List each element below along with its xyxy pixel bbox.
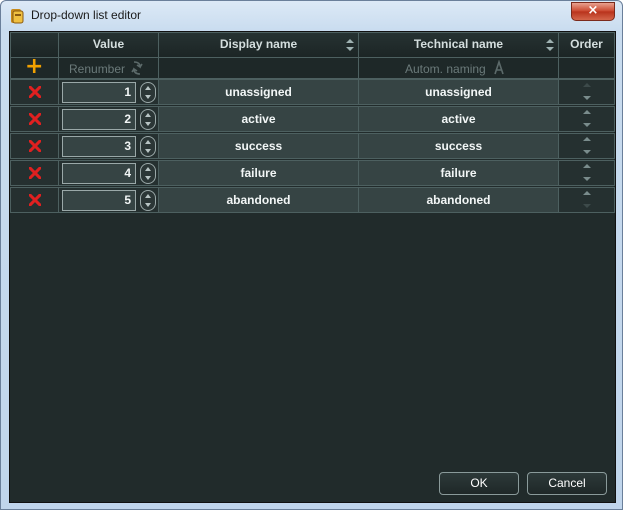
value-stepper[interactable] [140,190,156,211]
value-cell: 3 [58,133,159,159]
value-stepper[interactable] [140,163,156,184]
table-header: Value Display name Technical name Order [10,32,615,58]
spinner-arrows-icon [145,113,151,126]
order-filter-cell [558,57,615,79]
delete-x-icon[interactable] [29,167,41,179]
order-cell [558,187,615,213]
close-icon: × [587,3,599,18]
title-bar[interactable]: Drop-down list editor × [1,1,622,31]
renumber-icon [131,61,143,75]
spinner-arrows-icon [145,140,151,153]
technical-name-cell[interactable]: active [358,106,559,132]
delete-cell [10,106,59,132]
technical-name-cell[interactable]: success [358,133,559,159]
close-button[interactable]: × [571,2,615,21]
ok-button[interactable]: OK [439,472,519,495]
delete-cell [10,79,59,105]
value-cell: 2 [58,106,159,132]
order-up-down-icon[interactable] [581,137,593,155]
technical-name-cell[interactable]: failure [358,160,559,186]
value-input[interactable]: 2 [62,109,136,130]
spinner-arrows-icon [145,86,151,99]
sort-arrows-icon[interactable] [346,39,354,51]
dialog-window: Drop-down list editor × Value Display na… [0,0,623,510]
header-technical-name[interactable]: Technical name [358,32,559,58]
delete-cell [10,187,59,213]
window-title: Drop-down list editor [31,8,142,22]
order-cell [558,133,615,159]
display-name-cell[interactable]: active [158,106,359,132]
spinner-arrows-icon [145,167,151,180]
autonaming-button[interactable]: Autom. naming [358,57,559,79]
autonaming-icon [494,60,504,75]
delete-x-icon[interactable] [29,86,41,98]
display-name-cell[interactable]: unassigned [158,79,359,105]
delete-cell [10,160,59,186]
header-value[interactable]: Value [58,32,159,58]
cancel-button[interactable]: Cancel [527,472,607,495]
delete-x-icon[interactable] [29,113,41,125]
header-display-name[interactable]: Display name [158,32,359,58]
table-row: 3 success success [10,133,615,159]
spinner-arrows-icon [145,194,151,207]
display-name-cell[interactable]: failure [158,160,359,186]
order-up-down-icon[interactable] [581,83,593,101]
value-stepper[interactable] [140,136,156,157]
sort-arrows-icon[interactable] [546,39,554,51]
value-cell: 1 [58,79,159,105]
order-up-down-icon[interactable] [581,164,593,182]
value-cell: 5 [58,187,159,213]
value-stepper[interactable] [140,109,156,130]
value-stepper[interactable] [140,82,156,103]
table-toolbar-row: + Renumber Autom. naming [10,54,615,80]
table-row: 1 unassigned unassigned [10,79,615,105]
value-cell: 4 [58,160,159,186]
value-input[interactable]: 5 [62,190,136,211]
order-cell [558,106,615,132]
delete-x-icon[interactable] [29,140,41,152]
technical-name-cell[interactable]: abandoned [358,187,559,213]
header-order[interactable]: Order [558,32,615,58]
editor-panel: Value Display name Technical name Order [9,31,616,503]
add-row-icon[interactable]: + [25,54,43,80]
delete-x-icon[interactable] [29,194,41,206]
renumber-button[interactable]: Renumber [58,57,159,79]
value-input[interactable]: 1 [62,82,136,103]
table-row: 4 failure failure [10,160,615,186]
value-input[interactable]: 3 [62,136,136,157]
technical-name-cell[interactable]: unassigned [358,79,559,105]
display-name-cell[interactable]: abandoned [158,187,359,213]
add-row-cell: + [10,54,59,80]
table-row: 2 active active [10,106,615,132]
order-cell [558,79,615,105]
value-input[interactable]: 4 [62,163,136,184]
app-icon [9,8,25,24]
table-row: 5 abandoned abandoned [10,187,615,213]
order-up-down-icon[interactable] [581,191,593,209]
delete-cell [10,133,59,159]
display-name-cell[interactable]: success [158,133,359,159]
display-name-filter-cell [158,57,359,79]
order-cell [558,160,615,186]
order-up-down-icon[interactable] [581,110,593,128]
